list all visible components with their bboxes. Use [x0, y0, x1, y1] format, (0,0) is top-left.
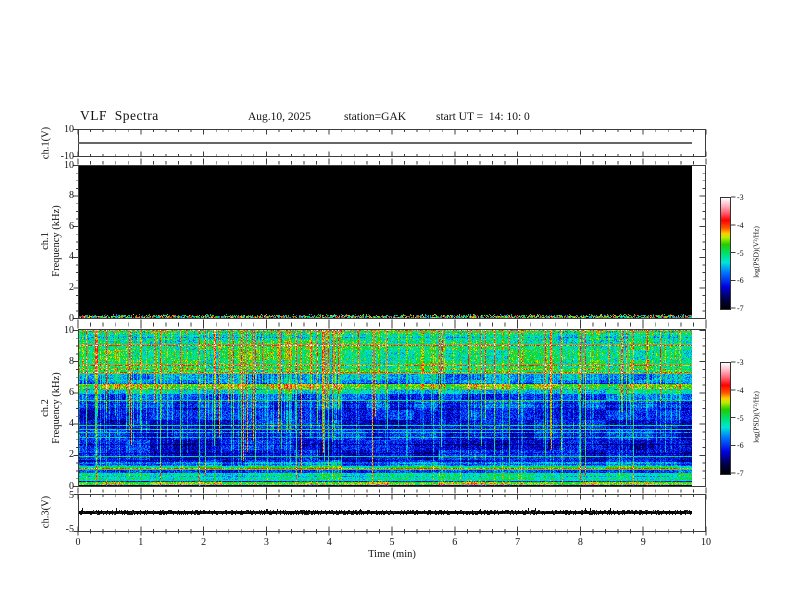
ch2-channel-label: ch.2 [40, 399, 51, 417]
colorbar-tick-label: -4 [737, 385, 744, 395]
time-axis-label: Time (min) [368, 549, 416, 560]
ch2-frequency-label: Frequency (kHz) [51, 372, 62, 444]
ch1-voltage-y-tick-label: 10 [64, 123, 74, 135]
x-tick-label: 7 [515, 537, 521, 548]
x-tick-label: 2 [201, 537, 207, 548]
x-tick-label: 6 [452, 537, 458, 548]
x-tick-label: 5 [389, 537, 395, 548]
ch2-spec-y-tick-label: 8 [69, 355, 74, 367]
ch1-frequency-label: Frequency (kHz) [51, 205, 62, 277]
colorbar-tick-label: -3 [737, 358, 744, 367]
colorbar-ch2-title: log(PSD)(V²/Hz) [751, 391, 761, 443]
ch2-spec-y-tick-label: 6 [69, 386, 74, 398]
x-tick-label: 3 [263, 537, 269, 548]
colorbar-tick-label: -6 [737, 441, 744, 451]
x-tick-label: 10 [701, 537, 711, 548]
colorbar-tick-label: -7 [737, 304, 744, 313]
ch1-channel-label: ch.1 [40, 232, 51, 250]
ch2-spectrogram-axis-label: ch.2 Frequency (kHz) [40, 372, 62, 443]
ch2-spec-y-tick-label: 4 [69, 418, 74, 430]
ch3-voltage-y-tick-label: 5 [69, 489, 74, 501]
colorbar-tick-label: -7 [737, 469, 744, 478]
colorbar-ch2 [720, 362, 731, 475]
colorbar-tick-label: -4 [737, 220, 744, 230]
x-tick-label: 9 [640, 537, 646, 548]
ch1-spec-y-tick-label: 6 [69, 220, 74, 232]
colorbar-tick-label: -5 [737, 413, 744, 423]
figure-date: Aug.10, 2025 [248, 111, 311, 123]
ch2-spec-y-tick-label: 2 [69, 449, 74, 461]
ch1-spectrogram-axis-label: ch.1 Frequency (kHz) [40, 205, 62, 276]
x-tick-label: 1 [138, 537, 144, 548]
ch1-spec-y-tick-label: 0 [69, 312, 74, 324]
colorbar-ch1-title: log(PSD)(V²/Hz) [751, 226, 761, 278]
ch3-voltage-trace-canvas [78, 507, 692, 517]
figure-title: VLF Spectra [80, 108, 159, 123]
ch1-spec-y-tick-label: 2 [69, 281, 74, 293]
colorbar-tick-label: -6 [737, 276, 744, 286]
ch3-voltage-y-tick-label: -5 [65, 523, 74, 535]
colorbar-ch1 [720, 197, 731, 310]
figure-station: station=GAK [344, 111, 407, 123]
ch1-spectrogram-canvas [78, 165, 692, 318]
vlf-spectra-figure: VLF Spectra Aug.10, 2025 station=GAK sta… [0, 0, 792, 612]
x-tick-label: 4 [326, 537, 332, 548]
ch2-spec-y-tick-label: 10 [64, 324, 74, 336]
x-tick-label: 0 [75, 537, 81, 548]
x-tick-label: 8 [577, 537, 583, 548]
colorbar-tick-label: -3 [737, 193, 744, 202]
ch1-spec-y-tick-label: 8 [69, 190, 74, 202]
colorbar-tick-label: -5 [737, 248, 744, 258]
figure-start-ut: start UT = 14: 10: 0 [436, 111, 530, 123]
ch2-spectrogram-canvas [78, 330, 692, 486]
ch1-voltage-y-tick-label: -10 [60, 150, 74, 162]
ch1-spec-y-tick-label: 4 [69, 251, 74, 263]
